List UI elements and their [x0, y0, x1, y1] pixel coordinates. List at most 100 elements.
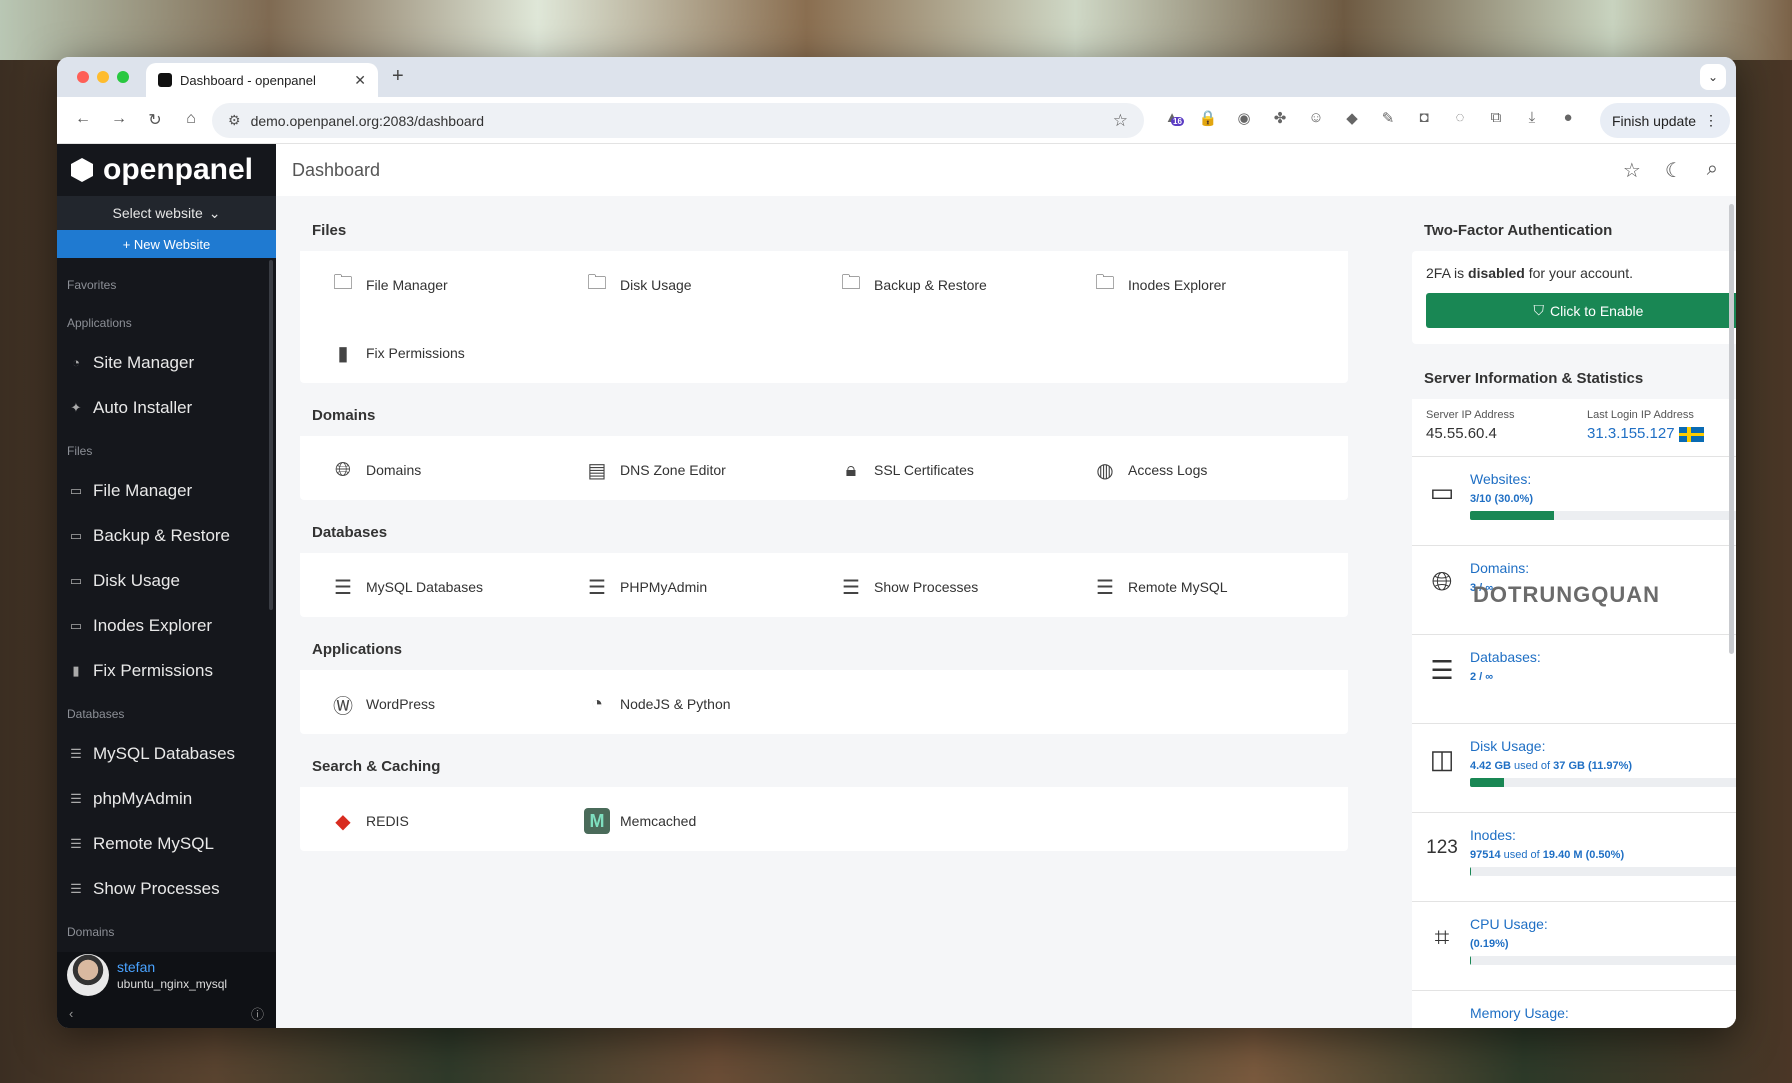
- database-icon: ☰: [1430, 655, 1454, 685]
- sidebar-item-disk-usage[interactable]: ▭ Disk Usage: [57, 558, 276, 603]
- kebab-menu-icon[interactable]: ⋮: [1704, 112, 1718, 129]
- section-title: Databases: [300, 518, 1348, 553]
- last-login-ip[interactable]: 31.3.155.127: [1587, 425, 1675, 442]
- robot-extension-icon[interactable]: ☺: [1305, 109, 1327, 127]
- profile-avatar-icon[interactable]: ●: [1557, 109, 1579, 127]
- back-arrow-icon[interactable]: ←: [65, 110, 101, 130]
- domains-link[interactable]: 🌐︎ Domains: [330, 454, 584, 486]
- ssl-certificates-link[interactable]: 🔒︎ SSL Certificates: [838, 454, 1092, 486]
- extensions-puzzle-icon[interactable]: ⧉: [1485, 109, 1507, 127]
- dns-zone-editor-link[interactable]: ▤ DNS Zone Editor: [584, 454, 838, 486]
- disk-usage-link[interactable]: 🗀 Disk Usage: [584, 269, 838, 301]
- reload-icon[interactable]: ↻: [137, 110, 173, 130]
- redis-link[interactable]: ◆ REDIS: [330, 805, 584, 837]
- dark-mode-moon-icon[interactable]: ☾: [1665, 158, 1683, 183]
- select-website-dropdown[interactable]: Select website ⌄: [57, 196, 276, 230]
- wordpress-link[interactable]: Ⓦ WordPress: [330, 688, 584, 720]
- extension-badge-icon[interactable]: ▲16: [1161, 109, 1184, 127]
- stat-title[interactable]: Inodes:: [1470, 827, 1736, 843]
- info-icon[interactable]: ⓘ: [251, 1004, 264, 1023]
- nodejs-python-link[interactable]: ◔ NodeJS & Python: [584, 688, 838, 720]
- camera-extension-icon[interactable]: ◉: [1233, 109, 1255, 127]
- database-icon: ☰: [70, 790, 82, 806]
- tag-extension-icon[interactable]: ◆: [1341, 109, 1363, 127]
- access-logs-link[interactable]: ◍ Access Logs: [1092, 454, 1346, 486]
- inodes-explorer-link[interactable]: 🗀 Inodes Explorer: [1092, 269, 1346, 301]
- new-website-button[interactable]: + New Website: [57, 230, 276, 258]
- finish-update-button[interactable]: Finish update ⋮: [1599, 103, 1730, 138]
- sidebar-item-phpmyadmin[interactable]: ☰ phpMyAdmin: [57, 776, 276, 821]
- numbers-123-icon: 123: [1426, 837, 1458, 858]
- backup-restore-link[interactable]: 🗀 Backup & Restore: [838, 269, 1092, 301]
- sidebar-item-show-processes[interactable]: ☰ Show Processes: [57, 866, 276, 911]
- memcached-icon: M: [584, 808, 610, 834]
- sidebar-item-inodes-explorer[interactable]: ▭ Inodes Explorer: [57, 603, 276, 648]
- sidebar-item-label: MySQL Databases: [93, 743, 236, 763]
- user-name[interactable]: stefan: [117, 959, 227, 975]
- folder-icon: ▭: [69, 617, 83, 633]
- fix-permissions-link[interactable]: ▮ Fix Permissions: [330, 337, 584, 369]
- memcached-link[interactable]: M Memcached: [584, 805, 838, 837]
- mysql-databases-link[interactable]: ☰ MySQL Databases: [330, 571, 584, 603]
- sidebar-item-file-manager[interactable]: ▭ File Manager: [57, 468, 276, 513]
- stat-inodes: 123 Inodes: 97514 used of 19.40 M (0.50%…: [1412, 812, 1736, 901]
- download-icon[interactable]: ⤓: [1521, 109, 1543, 127]
- hard-drive-icon: ◫: [1429, 744, 1455, 774]
- tfa-title: Two-Factor Authentication ?: [1412, 216, 1736, 251]
- user-profile[interactable]: stefan ubuntu_nginx_mysql: [57, 952, 276, 998]
- last-login-value[interactable]: 31.3.155.127: [1587, 425, 1736, 442]
- main-scrollbar[interactable]: [1729, 204, 1734, 654]
- sidebar-item-auto-installer[interactable]: ✦ Auto Installer: [57, 385, 276, 430]
- new-tab-button[interactable]: +: [392, 65, 404, 88]
- favorites-star-icon[interactable]: ☆: [1623, 158, 1641, 183]
- minimize-window-button[interactable]: [97, 71, 109, 83]
- stat-title[interactable]: Domains:: [1470, 560, 1736, 576]
- home-icon[interactable]: ⌂: [173, 110, 209, 130]
- maximize-window-button[interactable]: [117, 71, 129, 83]
- close-window-button[interactable]: [77, 71, 89, 83]
- close-tab-icon[interactable]: ✕: [354, 72, 366, 89]
- file-manager-link[interactable]: 🗀 File Manager: [330, 269, 584, 301]
- chat-extension-icon[interactable]: ◌: [1449, 109, 1471, 127]
- sidebar-scrollbar[interactable]: [269, 260, 273, 610]
- tab-search-button[interactable]: ⌄: [1700, 64, 1726, 90]
- chevron-down-icon: ⌄: [208, 204, 221, 221]
- omnibox[interactable]: ⚙ demo.openpanel.org:2083/dashboard ☆: [212, 103, 1144, 138]
- url-text[interactable]: demo.openpanel.org:2083/dashboard: [251, 113, 485, 129]
- server-ip-value: 45.55.60.4: [1426, 425, 1497, 442]
- site-settings-icon[interactable]: ⚙: [228, 112, 241, 129]
- enable-2fa-button[interactable]: ⛉ Click to Enable: [1426, 293, 1736, 328]
- show-processes-link[interactable]: ☰ Show Processes: [838, 571, 1092, 603]
- finish-update-label: Finish update: [1611, 112, 1696, 129]
- browser-window-icon: ▭: [1429, 477, 1455, 507]
- search-icon[interactable]: ⌕: [1707, 158, 1718, 183]
- phpmyadmin-link[interactable]: ☰ PHPMyAdmin: [584, 571, 838, 603]
- sidebar-item-label: Backup & Restore: [93, 525, 231, 545]
- sidebar-item-remote-mysql[interactable]: ☰ Remote MySQL: [57, 821, 276, 866]
- puzzle-green-icon[interactable]: ✤: [1269, 109, 1291, 127]
- remote-mysql-link[interactable]: ☰ Remote MySQL: [1092, 571, 1346, 603]
- stat-title[interactable]: Disk Usage:: [1470, 738, 1736, 754]
- forward-arrow-icon[interactable]: →: [101, 110, 137, 130]
- stat-title[interactable]: Memory Usage:: [1470, 1005, 1736, 1021]
- link-extension-icon[interactable]: ✎: [1377, 109, 1399, 127]
- sidebar-item-backup-restore[interactable]: ▭ Backup & Restore: [57, 513, 276, 558]
- brand-logo[interactable]: openpanel: [57, 144, 276, 196]
- disk-used-of: used of: [1510, 760, 1554, 772]
- search-caching-section: Search & Caching ◆ REDIS M Memcached: [300, 752, 1348, 851]
- browser-tab[interactable]: Dashboard - openpanel ✕: [146, 63, 378, 97]
- bitwarden-icon[interactable]: ◘: [1413, 109, 1435, 127]
- sidebar-item-site-manager[interactable]: ◔ Site Manager: [57, 340, 276, 385]
- stat-title[interactable]: Websites:: [1470, 471, 1736, 487]
- collapse-sidebar-icon[interactable]: ‹: [69, 1006, 73, 1021]
- extension-badge-count: 16: [1171, 117, 1184, 126]
- link-label: Inodes Explorer: [1128, 277, 1227, 293]
- bookmark-star-icon[interactable]: ☆: [1113, 111, 1128, 131]
- link-label: DNS Zone Editor: [620, 462, 726, 478]
- lock-extension-icon[interactable]: 🔒: [1197, 109, 1219, 127]
- stat-title[interactable]: Databases:: [1470, 649, 1736, 665]
- sidebar-item-fix-permissions[interactable]: ▮ Fix Permissions: [57, 648, 276, 693]
- sidebar-item-mysql-databases[interactable]: ☰ MySQL Databases: [57, 731, 276, 776]
- desktop-wallpaper: [0, 0, 1792, 60]
- stat-title[interactable]: CPU Usage:: [1470, 916, 1736, 932]
